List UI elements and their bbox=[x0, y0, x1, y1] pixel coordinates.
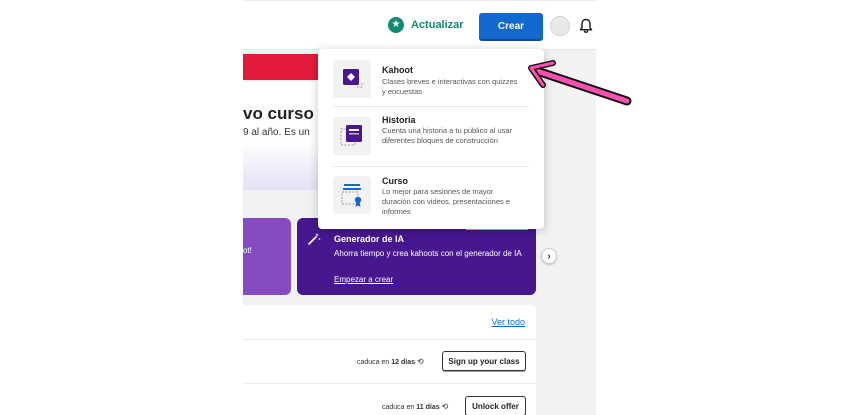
create-menu-item-description: Lo mejor para sesiones de mayor duración… bbox=[382, 187, 510, 216]
list-item-expiry: caduca en 12 días ⟲ bbox=[357, 357, 424, 366]
expiry-prefix: caduca en bbox=[382, 404, 415, 411]
top-bar: ★ Actualizar Crear bbox=[243, 0, 596, 50]
menu-divider bbox=[333, 166, 529, 167]
promo-subtitle: 9 al año. Es un bbox=[243, 127, 310, 138]
create-menu-item-description: Cuenta una historia a tu público al usar… bbox=[382, 126, 513, 145]
story-icon bbox=[333, 117, 371, 155]
ai-card-title: Generador de IA bbox=[334, 234, 405, 244]
list-divider bbox=[243, 383, 536, 384]
upgrade-button[interactable]: ★ Actualizar bbox=[388, 17, 464, 33]
create-menu-item-curso[interactable]: Curso Lo mejor para sesiones de mayor du… bbox=[318, 176, 544, 222]
ai-card-description: Ahorra tiempo y crea kahoots con el gene… bbox=[334, 249, 522, 258]
clock-icon: ⟲ bbox=[441, 402, 449, 411]
promo-title: vo curso bbox=[243, 104, 314, 123]
sign-up-class-button[interactable]: Sign up your class bbox=[442, 351, 526, 371]
create-menu-item-title: Curso bbox=[382, 176, 409, 186]
create-button[interactable]: Crear bbox=[479, 13, 543, 39]
star-icon: ★ bbox=[388, 17, 404, 33]
clock-icon: ⟲ bbox=[416, 357, 424, 366]
expiry-days: 12 días bbox=[391, 359, 416, 366]
red-banner bbox=[243, 54, 318, 80]
create-menu-item-kahoot[interactable]: Kahoot Clases breves e interactivas con … bbox=[318, 60, 544, 106]
expiry-prefix: caduca en bbox=[357, 359, 390, 366]
offers-list-card: Ver todo caduca en 12 días ⟲ Sign up you… bbox=[243, 305, 536, 415]
promo-banner: vo curso 9 al año. Es un bbox=[243, 82, 318, 190]
bell-icon[interactable] bbox=[579, 18, 593, 34]
create-menu-item-title: Kahoot bbox=[382, 65, 413, 75]
feature-card-left-text: ot! bbox=[243, 246, 252, 255]
magic-wand-icon bbox=[308, 233, 321, 245]
avatar[interactable] bbox=[550, 16, 570, 36]
course-icon bbox=[333, 176, 371, 214]
ai-generator-card[interactable]: Generador de IA Ahorra tiempo y crea kah… bbox=[297, 218, 536, 295]
see-all-link[interactable]: Ver todo bbox=[491, 317, 525, 327]
list-item-expiry: caduca en 11 días ⟲ bbox=[382, 402, 448, 411]
chevron-right-icon[interactable]: › bbox=[541, 248, 557, 264]
upgrade-label: Actualizar bbox=[411, 19, 464, 31]
create-menu-item-historia[interactable]: Historia Cuenta una historia a tu públic… bbox=[318, 115, 544, 169]
create-menu-dropdown: Kahoot Clases breves e interactivas con … bbox=[318, 49, 544, 229]
feature-card-left[interactable]: ot! bbox=[243, 218, 291, 295]
list-divider bbox=[243, 339, 536, 340]
annotation-arrow-icon bbox=[528, 60, 632, 106]
menu-divider bbox=[333, 106, 529, 107]
create-menu-item-title: Historia bbox=[382, 115, 416, 125]
ai-card-link[interactable]: Empezar a crear bbox=[334, 275, 393, 284]
kahoot-icon bbox=[333, 60, 371, 98]
create-menu-item-description: Clases breves e interactivas con quizzes… bbox=[382, 77, 518, 96]
unlock-offer-button[interactable]: Unlock offer bbox=[465, 396, 526, 415]
expiry-days: 11 días bbox=[416, 404, 440, 411]
